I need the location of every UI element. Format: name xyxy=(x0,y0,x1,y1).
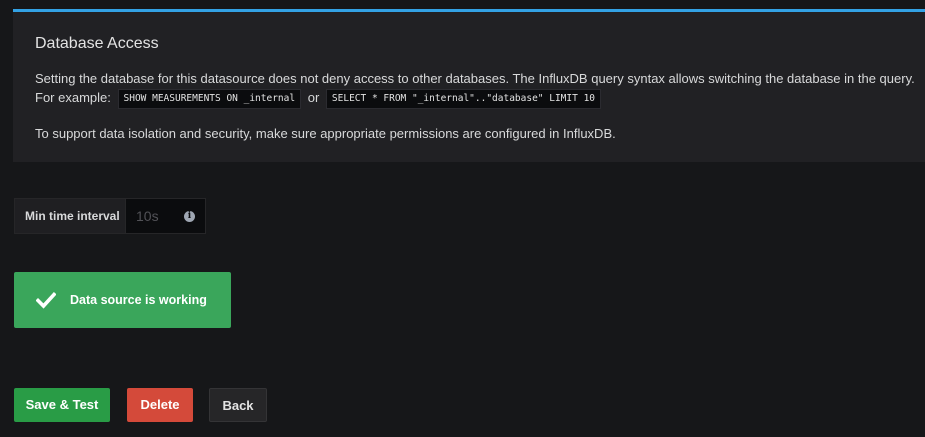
info-line-1: Setting the database for this datasource… xyxy=(35,71,915,86)
back-button[interactable]: Back xyxy=(209,388,267,422)
status-alert-success: Data source is working xyxy=(14,272,231,328)
code-example-show-measurements: SHOW MEASUREMENTS ON _internal xyxy=(117,88,302,109)
info-line-2: To support data isolation and security, … xyxy=(35,125,616,141)
save-and-test-button[interactable]: Save & Test xyxy=(14,388,110,422)
database-access-info-box: Database Access Setting the database for… xyxy=(13,9,925,162)
example-prefix: For example: xyxy=(35,90,111,105)
info-box-title: Database Access xyxy=(35,35,159,52)
min-time-interval-field: Min time interval i xyxy=(14,198,206,234)
code-example-select: SELECT * FROM "_internal".."database" LI… xyxy=(325,88,602,109)
info-circle-icon[interactable]: i xyxy=(184,211,195,222)
min-time-interval-input[interactable] xyxy=(126,199,186,233)
min-time-interval-input-wrapper: i xyxy=(126,198,206,234)
datasource-settings-page: Database Access Setting the database for… xyxy=(0,0,925,437)
info-box-text: Setting the database for this datasource… xyxy=(35,69,925,109)
or-text: or xyxy=(307,90,320,105)
min-time-interval-label: Min time interval xyxy=(14,198,126,234)
delete-button[interactable]: Delete xyxy=(127,388,193,422)
status-alert-text: Data source is working xyxy=(70,293,207,307)
check-icon xyxy=(36,291,56,309)
